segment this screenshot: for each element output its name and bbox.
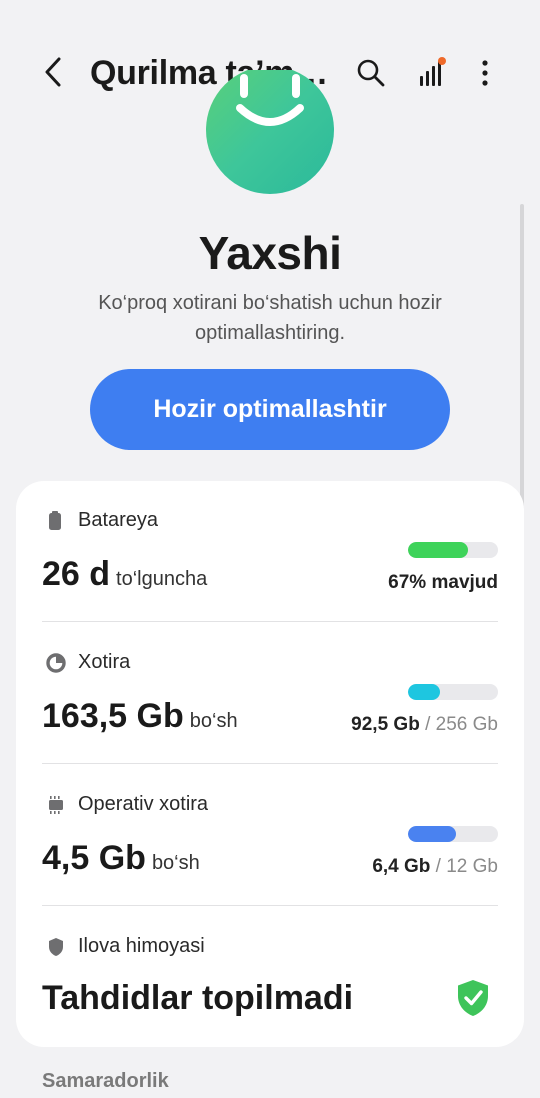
- battery-bar-fill: [408, 542, 469, 558]
- storage-section[interactable]: Xotira 163,5 Gb bo‘sh 92,5 Gb / 256 Gb: [42, 649, 498, 765]
- ram-label: Operativ xotira: [78, 793, 209, 815]
- battery-icon: [49, 511, 61, 530]
- storage-label: Xotira: [78, 651, 131, 673]
- status-description: Ko‘proq xotirani bo‘shatish uchun hozir …: [98, 292, 442, 344]
- shield-check-icon: [458, 980, 488, 1016]
- ram-section[interactable]: Operativ xotira 4,5 Gb bo‘sh 6,4 Gb / 12 …: [42, 791, 498, 907]
- more-options-button[interactable]: [468, 56, 502, 90]
- storage-bar: [408, 684, 498, 700]
- battery-label: Batareya: [78, 509, 159, 531]
- search-icon: [357, 59, 385, 87]
- signal-notification-icon: [420, 57, 446, 86]
- storage-bar-fill: [408, 684, 441, 700]
- ram-usage: 6,4 Gb / 12 Gb: [372, 856, 498, 877]
- battery-unit: to‘lguncha: [116, 568, 208, 590]
- back-button[interactable]: [38, 54, 68, 90]
- threat-status: Tahdidlar topilmadi: [42, 979, 354, 1017]
- memory-chip-icon: [49, 796, 63, 814]
- optimize-now-button[interactable]: Hozir optimallashtir: [90, 369, 450, 450]
- storage-unit: bo‘sh: [189, 710, 238, 732]
- battery-available: 67% mavjud: [388, 572, 498, 593]
- search-button[interactable]: [354, 56, 388, 90]
- back-icon: [45, 57, 61, 87]
- smiley-face-icon: [206, 70, 334, 194]
- battery-bar: [408, 542, 498, 558]
- battery-section[interactable]: Batareya 26 d to‘lguncha 67% mavjud: [42, 507, 498, 623]
- performance-section-label: Samaradorlik: [42, 1070, 169, 1092]
- shield-icon: [49, 938, 63, 956]
- ram-bar: [408, 826, 498, 842]
- divider: [42, 905, 498, 906]
- status-title: Yaxshi: [198, 227, 342, 279]
- storage-value: 163,5 Gb bo‘sh: [42, 697, 238, 735]
- storage-usage: 92,5 Gb / 256 Gb: [351, 714, 498, 735]
- app-protection-section[interactable]: Ilova himoyasi Tahdidlar topilmadi: [42, 933, 498, 1033]
- pie-chart-icon: [46, 653, 66, 673]
- ram-value: 4,5 Gb bo‘sh: [42, 839, 200, 877]
- divider: [42, 763, 498, 764]
- battery-value: 26 d to‘lguncha: [42, 555, 208, 593]
- ram-unit: bo‘sh: [151, 852, 200, 874]
- app-protection-label: Ilova himoyasi: [78, 935, 205, 957]
- ram-bar-fill: [408, 826, 456, 842]
- more-vert-icon: [482, 60, 488, 86]
- diagnostics-button[interactable]: [414, 56, 448, 90]
- divider: [42, 621, 498, 622]
- device-care-card: Batareya 26 d to‘lguncha 67% mavjud Xotir…: [16, 481, 524, 1047]
